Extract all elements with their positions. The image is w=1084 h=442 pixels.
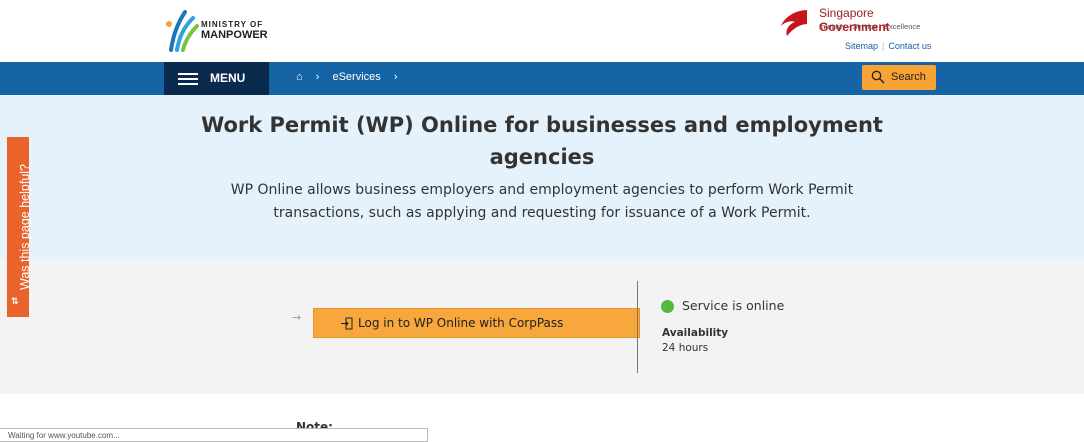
mom-logo-icon <box>166 10 199 52</box>
browser-status-bar: Waiting for www.youtube.com... <box>0 428 428 442</box>
login-corppass-button[interactable]: Log in to WP Online with CorpPass <box>313 308 640 338</box>
feedback-tab[interactable]: Was this page helpful? ⇅ <box>7 137 32 317</box>
divider <box>637 281 638 373</box>
top-header: MINISTRY OF MANPOWER Singapore Governmen… <box>0 0 1084 62</box>
feedback-icon: ⇅ <box>11 297 19 307</box>
page-title: Work Permit (WP) Online for businesses a… <box>201 113 883 169</box>
utility-links: Sitemap | Contact us <box>845 41 931 51</box>
login-label: Log in to WP Online with CorpPass <box>358 316 564 330</box>
lion-head-icon <box>781 10 807 36</box>
hamburger-icon <box>178 73 198 88</box>
gov-tagline: Integrity · Service · Excellence <box>819 22 921 31</box>
home-icon[interactable]: ⌂ <box>296 71 303 83</box>
feedback-label: Was this page helpful? <box>18 163 32 290</box>
sitemap-link[interactable]: Sitemap <box>845 41 878 51</box>
search-icon <box>871 70 885 84</box>
search-button[interactable]: Search <box>862 65 936 90</box>
logo-line-2: MANPOWER <box>201 29 268 41</box>
search-label: Search <box>891 71 926 83</box>
login-icon <box>341 317 353 330</box>
page-description: WP Online allows business employers and … <box>230 182 854 221</box>
browser-status-text: Waiting for www.youtube.com... <box>8 431 120 440</box>
main-nav-bar: MENU ⌂ › eServices › Search <box>0 62 1084 95</box>
menu-label: MENU <box>210 71 246 85</box>
breadcrumb-separator-icon: › <box>315 71 320 83</box>
singapore-government-logo[interactable]: Singapore Government Integrity · Service… <box>777 6 942 40</box>
availability-value: 24 hours <box>662 342 709 354</box>
contact-us-link[interactable]: Contact us <box>888 41 931 51</box>
status-online-icon <box>661 300 674 313</box>
breadcrumb-separator-icon: › <box>393 71 398 83</box>
availability-label: Availability <box>662 327 729 339</box>
arrow-right-icon: → <box>292 311 302 324</box>
link-divider: | <box>882 41 885 51</box>
mom-logo[interactable]: MINISTRY OF MANPOWER <box>163 6 283 54</box>
service-panel: → Log in to WP Online with CorpPass Serv… <box>0 259 1084 394</box>
breadcrumb: ⌂ › eServices › <box>296 71 407 83</box>
menu-button[interactable]: MENU <box>164 62 269 95</box>
breadcrumb-item-eservices[interactable]: eServices <box>332 71 380 83</box>
service-status: Service is online <box>682 298 785 313</box>
page-hero: Work Permit (WP) Online for businesses a… <box>0 95 1084 259</box>
gov-title-a: Singapore <box>819 6 874 20</box>
